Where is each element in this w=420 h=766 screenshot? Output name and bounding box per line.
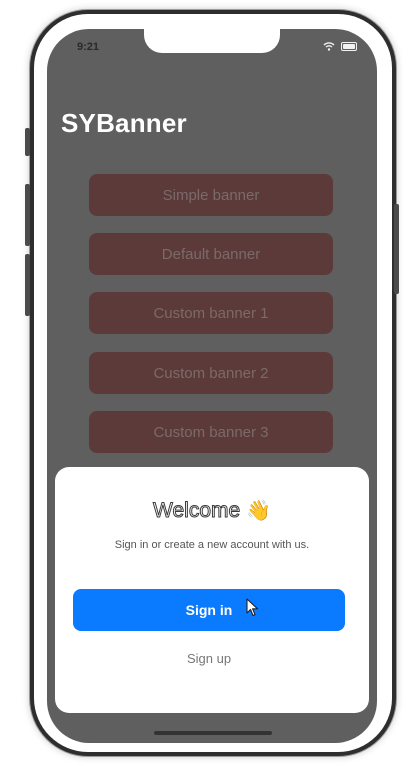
battery-icon <box>341 41 357 51</box>
welcome-sheet: Welcome 👋 Sign in or create a new accoun… <box>55 467 369 713</box>
sign-up-button[interactable]: Sign up <box>155 643 263 673</box>
phone-screen: 9:21 SYBanner Simple banner Default bann… <box>47 29 377 743</box>
waving-hand-icon: 👋 <box>246 500 271 522</box>
status-icons <box>323 41 357 51</box>
sheet-title-text: Welcome <box>153 499 241 523</box>
default-banner-button[interactable]: Default banner <box>89 233 333 275</box>
notch <box>144 29 280 53</box>
simple-banner-button[interactable]: Simple banner <box>89 174 333 216</box>
app-title: SYBanner <box>61 108 187 138</box>
wifi-icon <box>323 42 335 51</box>
sheet-title: Welcome 👋 <box>55 498 369 523</box>
custom-banner-2-button[interactable]: Custom banner 2 <box>89 352 333 394</box>
custom-banner-3-button[interactable]: Custom banner 3 <box>89 411 333 453</box>
mute-switch <box>25 128 30 156</box>
status-time: 9:21 <box>77 41 100 53</box>
volume-up-button <box>25 184 30 246</box>
volume-down-button <box>25 254 30 316</box>
sign-in-button[interactable]: Sign in <box>73 589 345 631</box>
power-button <box>394 204 399 294</box>
custom-banner-1-button[interactable]: Custom banner 1 <box>89 292 333 334</box>
sheet-subtitle: Sign in or create a new account with us. <box>114 539 310 551</box>
mouse-cursor-icon <box>246 598 259 617</box>
home-indicator <box>154 731 272 735</box>
